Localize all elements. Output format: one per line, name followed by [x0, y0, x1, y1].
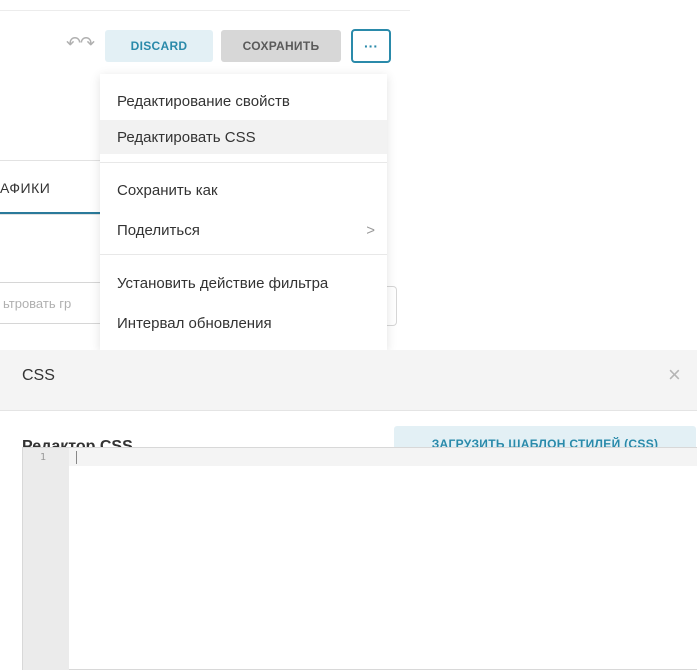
divider	[0, 160, 100, 161]
menu-separator	[100, 254, 387, 255]
modal-header: CSS ×	[0, 350, 697, 411]
menu-item-edit-css[interactable]: Редактировать CSS	[100, 120, 387, 154]
close-icon[interactable]: ×	[668, 364, 681, 386]
menu-item-share-label: Поделиться	[117, 221, 200, 239]
redo-icon[interactable]: ↷	[80, 33, 95, 54]
menu-separator	[100, 162, 387, 163]
menu-item-refresh-interval[interactable]: Интервал обновления	[100, 306, 387, 340]
tab-charts[interactable]: АФИКИ	[0, 180, 50, 196]
menu-item-save-as[interactable]: Сохранить как	[100, 173, 387, 207]
menu-item-edit-properties[interactable]: Редактирование свойств	[100, 84, 387, 118]
divider	[0, 214, 100, 215]
line-number: 1	[40, 452, 47, 463]
editor-active-line[interactable]	[69, 448, 697, 466]
css-modal: CSS × Редактор CSS ЗАГРУЗИТЬ ШАБЛОН СТИЛ…	[0, 350, 697, 670]
editor-gutter	[23, 448, 69, 670]
save-button[interactable]: СОХРАНИТЬ	[221, 30, 341, 62]
modal-title: CSS	[22, 367, 55, 384]
menu-item-set-filter-action[interactable]: Установить действие фильтра	[100, 266, 387, 300]
css-editor[interactable]	[22, 447, 697, 670]
undo-icon[interactable]: ↶	[66, 33, 81, 54]
more-options-button[interactable]: ···	[351, 29, 391, 63]
more-options-menu: Редактирование свойств Редактировать CSS…	[100, 74, 387, 350]
text-cursor	[76, 451, 77, 464]
toolbar-divider	[0, 10, 410, 11]
discard-button[interactable]: DISCARD	[105, 30, 213, 62]
filter-input[interactable]: ьтровать гр	[0, 282, 100, 324]
menu-item-share[interactable]: Поделиться >	[100, 213, 387, 247]
chevron-right-icon: >	[366, 221, 375, 239]
filter-input-edge	[386, 286, 397, 326]
